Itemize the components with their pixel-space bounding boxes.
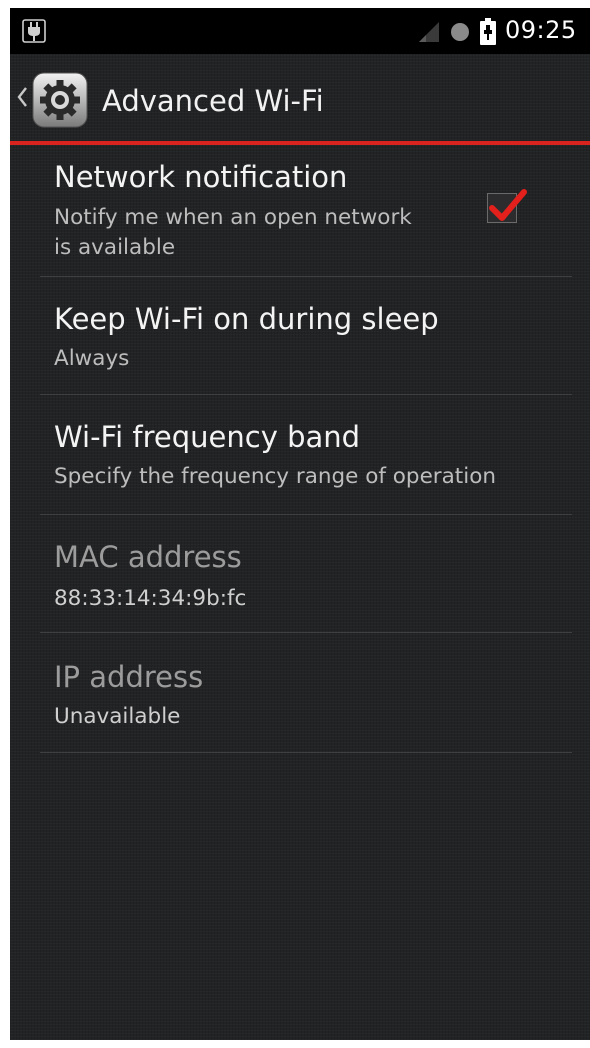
pref-summary: Specify the frequency range of operation xyxy=(54,464,496,489)
pref-title: Keep Wi-Fi on during sleep xyxy=(54,302,439,336)
pref-title: Network notification xyxy=(54,160,348,194)
pref-divider xyxy=(40,394,572,395)
pref-keep-wifi-on-during-sleep[interactable]: Keep Wi-Fi on during sleep Always xyxy=(40,284,572,394)
screen-title: Advanced Wi-Fi xyxy=(102,84,324,118)
checkmark-icon xyxy=(489,189,527,221)
status-bar-clock: 09:25 xyxy=(505,16,577,44)
pref-summary: Unavailable xyxy=(54,704,181,729)
pref-summary-continued: is available xyxy=(54,235,176,260)
action-bar-accent-divider xyxy=(10,141,590,145)
pref-divider xyxy=(40,514,572,515)
pref-summary: Notify me when an open network xyxy=(54,205,412,230)
action-bar: Advanced Wi-Fi xyxy=(10,54,590,142)
pref-title: Wi-Fi frequency band xyxy=(54,420,361,454)
pref-ip-address: IP address Unavailable xyxy=(40,642,572,754)
pref-divider xyxy=(40,632,572,633)
pref-divider xyxy=(40,752,572,753)
status-bar: 09:25 xyxy=(10,8,590,54)
usb-debugging-icon xyxy=(22,19,46,43)
notification-dot-icon xyxy=(451,23,469,41)
settings-app-icon[interactable] xyxy=(32,72,88,128)
pref-wifi-frequency-band[interactable]: Wi-Fi frequency band Specify the frequen… xyxy=(40,402,572,514)
screen: 09:25 Advanced Wi-Fi Network notificatio… xyxy=(10,8,590,1040)
pref-title: MAC address xyxy=(54,540,242,574)
pref-summary: Always xyxy=(54,346,130,371)
back-chevron-icon[interactable] xyxy=(16,86,28,108)
pref-mac-address: MAC address 88:33:14:34:9b:fc xyxy=(40,522,572,634)
pref-title: IP address xyxy=(54,660,204,694)
signal-strength-icon xyxy=(419,22,439,42)
pref-summary: 88:33:14:34:9b:fc xyxy=(54,586,247,611)
battery-charging-icon xyxy=(480,18,496,45)
pref-divider xyxy=(40,276,572,277)
